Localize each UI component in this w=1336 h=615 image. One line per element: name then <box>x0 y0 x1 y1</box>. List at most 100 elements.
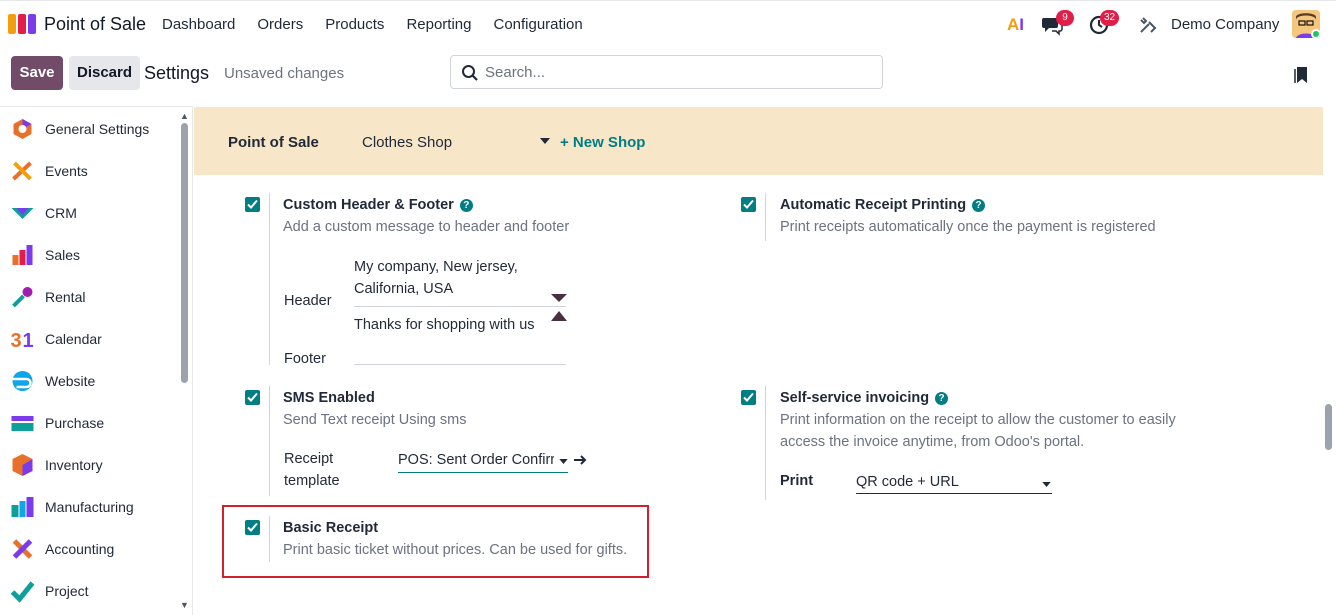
self-service-invoicing-checkbox[interactable] <box>741 390 756 405</box>
header-line: My company, New jersey, <box>354 259 518 275</box>
shop-select[interactable]: Clothes Shop <box>362 134 552 151</box>
sidebar-item-calendar[interactable]: 3 1 Calendar <box>0 318 178 360</box>
sidebar-scrollbar[interactable] <box>181 123 188 383</box>
checkmark-icon <box>247 392 258 402</box>
sidebar-item-label: Project <box>45 583 89 599</box>
inventory-icon <box>12 454 33 476</box>
sidebar-item-label: Accounting <box>45 541 115 557</box>
checkmark-icon <box>247 199 258 209</box>
help-icon[interactable]: ? <box>459 199 473 212</box>
manufacturing-icon <box>11 497 34 517</box>
point-of-sale-logo-icon[interactable] <box>8 14 36 34</box>
custom-header-footer-checkbox[interactable] <box>245 197 260 212</box>
setting-description: Print receipts automatically once the pa… <box>780 219 1156 235</box>
sidebar-item-project[interactable]: Project <box>0 570 178 612</box>
header-label: Header <box>284 293 332 309</box>
sidebar-item-label: Events <box>45 163 88 179</box>
svg-text:1: 1 <box>23 330 34 351</box>
chevron-down-icon[interactable] <box>559 459 568 464</box>
highlight-box <box>222 505 649 578</box>
footer-textarea[interactable] <box>354 347 566 365</box>
tools-button[interactable] <box>1139 16 1157 34</box>
setting-description: access the invoice anytime, from Odoo's … <box>780 434 1085 450</box>
sidebar-item-website[interactable]: Website <box>0 360 178 402</box>
sidebar-item-label: CRM <box>45 205 77 221</box>
sidebar-item-sales[interactable]: Sales <box>0 234 178 276</box>
search-icon <box>462 65 478 81</box>
main-scrollbar[interactable] <box>1325 404 1332 450</box>
menu-products[interactable]: Products <box>325 16 384 33</box>
activities-badge: 32 <box>1100 10 1120 26</box>
online-status-icon <box>1311 29 1320 38</box>
save-button[interactable]: Save <box>11 56 63 90</box>
arrow-right-icon[interactable] <box>573 453 587 467</box>
header-textarea[interactable]: My company, New jersey, California, USA … <box>354 256 566 338</box>
crm-icon <box>11 208 34 219</box>
bookmark-button[interactable] <box>1294 66 1308 89</box>
header-underline <box>354 306 566 307</box>
new-shop-button[interactable]: + New Shop <box>560 134 645 151</box>
print-select-underline <box>856 493 1052 494</box>
menu-configuration[interactable]: Configuration <box>493 16 582 33</box>
control-panel: Save Discard Settings Unsaved changes <box>0 48 1336 106</box>
sidebar-item-label: Purchase <box>45 415 105 431</box>
project-icon <box>10 581 35 603</box>
sidebar-item-inventory[interactable]: Inventory <box>0 444 178 486</box>
chevron-down-icon[interactable] <box>540 138 550 144</box>
receipt-template-select[interactable]: POS: Sent Order Confirr <box>398 452 554 468</box>
menu-dashboard[interactable]: Dashboard <box>162 16 235 33</box>
print-select[interactable]: QR code + URL <box>856 474 1036 490</box>
sidebar-item-purchase[interactable]: Purchase <box>0 402 178 444</box>
footer-underline <box>354 364 566 365</box>
search-input[interactable] <box>485 62 865 82</box>
sidebar-item-manufacturing[interactable]: Manufacturing <box>0 486 178 528</box>
bookmark-icon <box>1294 67 1307 83</box>
shop-selector-bar: Point of Sale Clothes Shop + New Shop <box>194 107 1323 175</box>
company-switcher[interactable]: Demo Company <box>1171 16 1279 33</box>
user-avatar[interactable] <box>1292 10 1320 38</box>
help-icon[interactable]: ? <box>935 392 949 405</box>
sms-enabled-checkbox[interactable] <box>245 390 260 405</box>
setting-divider <box>269 193 270 365</box>
self-service-invoicing-title: Self-service invoicing <box>780 390 930 406</box>
main-menu: Dashboard Orders Products Reporting Conf… <box>162 16 605 33</box>
settings-sidebar: ▲ ▼ General Settings Events CRM Sales Re… <box>0 106 193 615</box>
top-navbar: Point of Sale Dashboard Orders Products … <box>0 0 1336 48</box>
scroll-up-arrow-icon[interactable]: ▲ <box>180 111 189 121</box>
sidebar-item-label: Manufacturing <box>45 499 134 515</box>
svg-text:3: 3 <box>11 330 22 351</box>
search-box[interactable] <box>450 55 883 89</box>
resize-handle-icon[interactable] <box>551 293 567 323</box>
app-name[interactable]: Point of Sale <box>44 14 146 35</box>
general-settings-icon <box>13 119 32 139</box>
print-label: Print <box>780 473 814 489</box>
header-line: Thanks for shopping with us <box>354 317 535 333</box>
sidebar-item-label: Rental <box>45 289 86 305</box>
receipt-template-label: template <box>284 473 340 489</box>
sidebar-item-general-settings[interactable]: General Settings <box>0 108 178 150</box>
tools-icon <box>1140 17 1157 33</box>
menu-orders[interactable]: Orders <box>257 16 303 33</box>
rental-icon <box>12 287 33 308</box>
setting-title: Automatic Receipt Printing? <box>780 197 986 213</box>
discard-button[interactable]: Discard <box>69 56 140 90</box>
setting-title: Self-service invoicing? <box>780 390 949 406</box>
automatic-receipt-printing-checkbox[interactable] <box>741 197 756 212</box>
website-icon <box>12 371 33 391</box>
sidebar-item-accounting[interactable]: Accounting <box>0 528 178 570</box>
chevron-down-icon[interactable] <box>1042 482 1051 487</box>
header-line: California, USA <box>354 281 454 297</box>
scroll-down-arrow-icon[interactable]: ▼ <box>180 600 189 610</box>
sidebar-item-rental[interactable]: Rental <box>0 276 178 318</box>
accounting-icon <box>12 539 33 559</box>
sms-enabled-title: SMS Enabled <box>283 390 375 406</box>
sidebar-item-events[interactable]: Events <box>0 150 178 192</box>
ai-icon[interactable]: AI <box>1007 15 1024 35</box>
help-icon[interactable]: ? <box>972 199 986 212</box>
menu-reporting[interactable]: Reporting <box>406 16 471 33</box>
sidebar-item-crm[interactable]: CRM <box>0 192 178 234</box>
events-icon <box>12 161 32 181</box>
page-title: Settings <box>144 63 210 83</box>
setting-description: Add a custom message to header and foote… <box>283 219 570 235</box>
shop-label: Point of Sale <box>228 134 319 151</box>
